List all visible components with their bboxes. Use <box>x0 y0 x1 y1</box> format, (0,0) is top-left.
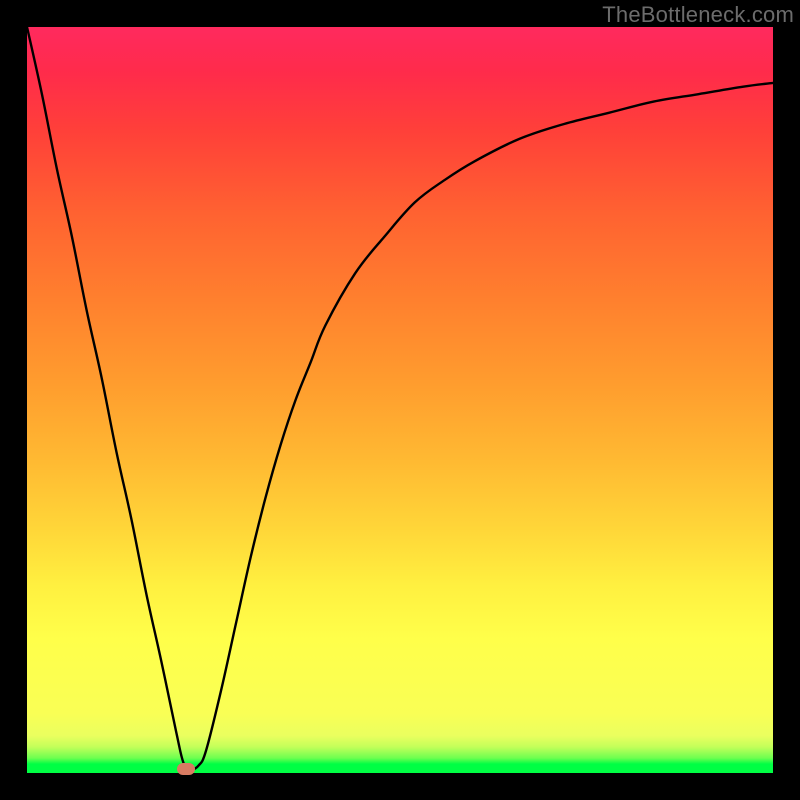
plot-area <box>27 27 773 773</box>
chart-frame: TheBottleneck.com <box>0 0 800 800</box>
bottleneck-curve <box>27 27 773 773</box>
minimum-marker <box>177 763 195 775</box>
watermark-label: TheBottleneck.com <box>602 2 794 28</box>
